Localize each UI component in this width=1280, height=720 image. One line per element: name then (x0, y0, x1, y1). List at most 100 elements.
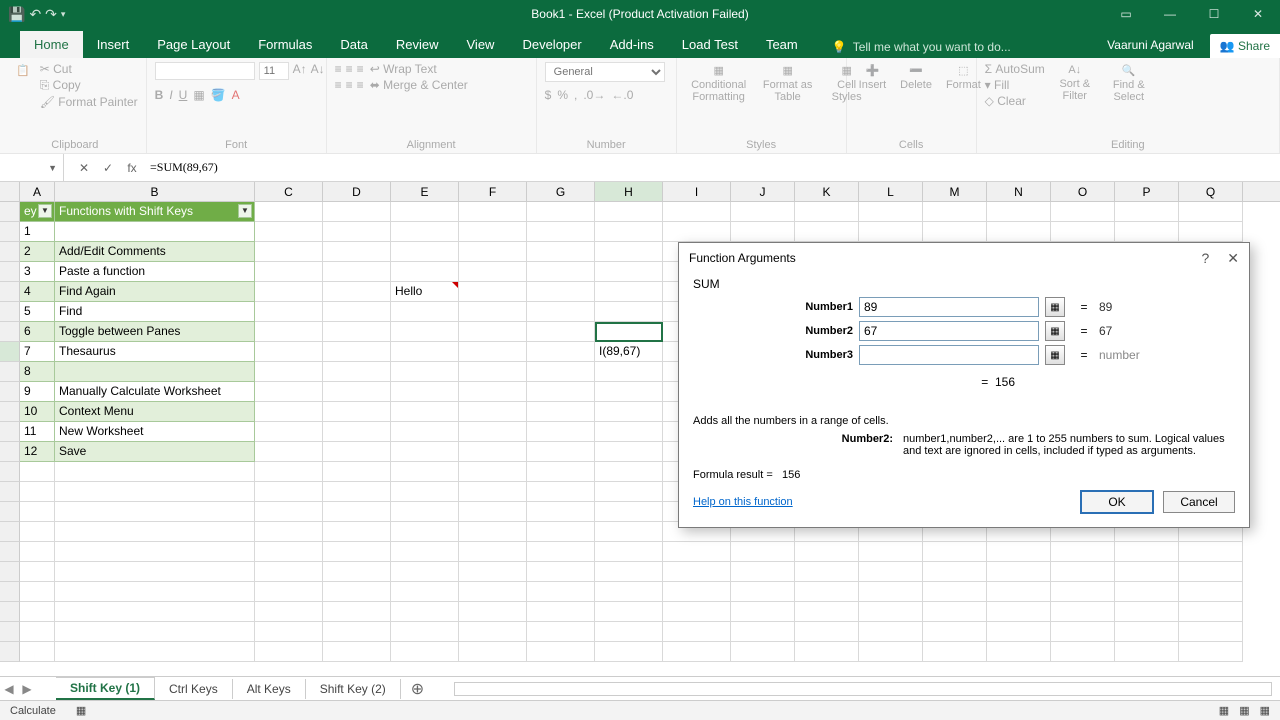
sheet-tab-1[interactable]: Shift Key (1) (56, 677, 155, 700)
cell[interactable] (923, 222, 987, 242)
cell[interactable] (20, 462, 55, 482)
font-family-input[interactable] (155, 62, 255, 80)
cell[interactable] (527, 242, 595, 262)
row-header[interactable] (0, 382, 20, 402)
ribbon-options-icon[interactable]: ▭ (1104, 0, 1148, 28)
cell[interactable] (527, 382, 595, 402)
macro-record-icon[interactable]: ▦ (76, 704, 86, 717)
arg3-ref-button[interactable]: ▦ (1045, 345, 1065, 365)
row-header[interactable] (0, 322, 20, 342)
table-cell[interactable]: Find Again (55, 282, 255, 302)
cell[interactable] (55, 482, 255, 502)
cell[interactable] (55, 642, 255, 662)
close-dialog-icon[interactable]: ✕ (1227, 250, 1239, 267)
arg1-input[interactable] (859, 297, 1039, 317)
cell[interactable] (20, 602, 55, 622)
cell[interactable] (55, 502, 255, 522)
table-cell[interactable]: 12 (20, 442, 55, 462)
row-header[interactable] (0, 342, 20, 362)
cell[interactable] (323, 642, 391, 662)
cell[interactable] (1115, 222, 1179, 242)
cell[interactable] (795, 202, 859, 222)
cell[interactable] (391, 502, 459, 522)
cell[interactable] (595, 582, 663, 602)
cell[interactable] (459, 242, 527, 262)
cell[interactable] (459, 402, 527, 422)
merge-center-button[interactable]: ⬌ Merge & Center (370, 78, 468, 92)
row-header[interactable] (0, 402, 20, 422)
col-header-g[interactable]: G (527, 182, 595, 201)
cell[interactable] (987, 622, 1051, 642)
cell[interactable] (595, 202, 663, 222)
table-header-a[interactable]: ey▼ (20, 202, 55, 222)
cell[interactable] (255, 642, 323, 662)
cell[interactable] (859, 642, 923, 662)
cell[interactable] (391, 322, 459, 342)
cell[interactable] (527, 642, 595, 662)
cell[interactable] (391, 522, 459, 542)
cell[interactable] (987, 562, 1051, 582)
cell[interactable] (459, 622, 527, 642)
tab-data[interactable]: Data (326, 31, 381, 58)
col-header-j[interactable]: J (731, 182, 795, 201)
tab-developer[interactable]: Developer (508, 31, 595, 58)
cell[interactable] (1051, 582, 1115, 602)
filter-dropdown-icon[interactable]: ▼ (238, 204, 252, 218)
sheet-nav-prev[interactable]: ◀ (0, 682, 18, 696)
cell[interactable] (663, 602, 731, 622)
arg2-ref-button[interactable]: ▦ (1045, 321, 1065, 341)
minimize-icon[interactable]: — (1148, 0, 1192, 28)
arg3-input[interactable] (859, 345, 1039, 365)
cell[interactable] (663, 582, 731, 602)
cell[interactable] (323, 322, 391, 342)
cell[interactable] (55, 622, 255, 642)
cell[interactable] (459, 342, 527, 362)
cell[interactable] (255, 282, 323, 302)
cancel-button[interactable]: Cancel (1163, 491, 1235, 513)
cell[interactable] (20, 562, 55, 582)
col-header-q[interactable]: Q (1179, 182, 1243, 201)
cell[interactable] (255, 362, 323, 382)
cell[interactable] (255, 462, 323, 482)
cell[interactable] (20, 642, 55, 662)
cell[interactable] (391, 602, 459, 622)
cell[interactable] (391, 422, 459, 442)
col-header-h[interactable]: H (595, 182, 663, 201)
cell[interactable] (255, 482, 323, 502)
cell[interactable] (663, 642, 731, 662)
cell[interactable] (923, 562, 987, 582)
cell[interactable] (255, 262, 323, 282)
cell[interactable] (859, 562, 923, 582)
tab-page-layout[interactable]: Page Layout (143, 31, 244, 58)
cell[interactable] (663, 222, 731, 242)
cell[interactable] (731, 542, 795, 562)
table-cell[interactable]: 2 (20, 242, 55, 262)
cell[interactable] (987, 582, 1051, 602)
table-cell[interactable]: 10 (20, 402, 55, 422)
percent-icon[interactable]: % (557, 88, 568, 102)
cell[interactable] (20, 582, 55, 602)
cell[interactable] (459, 422, 527, 442)
col-header-i[interactable]: I (663, 182, 731, 201)
currency-icon[interactable]: $ (545, 88, 552, 102)
cell[interactable] (1179, 562, 1243, 582)
table-header-b[interactable]: Functions with Shift Keys▼ (55, 202, 255, 222)
tab-formulas[interactable]: Formulas (244, 31, 326, 58)
tab-insert[interactable]: Insert (83, 31, 144, 58)
cell[interactable] (459, 302, 527, 322)
cell[interactable] (527, 362, 595, 382)
row-header[interactable] (0, 582, 20, 602)
cell[interactable] (323, 222, 391, 242)
tab-view[interactable]: View (453, 31, 509, 58)
border-button[interactable]: ▦ (193, 88, 204, 102)
col-header-f[interactable]: F (459, 182, 527, 201)
row-header[interactable] (0, 622, 20, 642)
cell[interactable] (595, 302, 663, 322)
cell[interactable] (459, 602, 527, 622)
col-header-o[interactable]: O (1051, 182, 1115, 201)
cell[interactable] (20, 542, 55, 562)
cell[interactable] (527, 502, 595, 522)
maximize-icon[interactable]: ☐ (1192, 0, 1236, 28)
new-sheet-button[interactable]: ⊕ (401, 679, 434, 699)
formula-input[interactable]: =SUM(89,67) (144, 160, 1280, 175)
